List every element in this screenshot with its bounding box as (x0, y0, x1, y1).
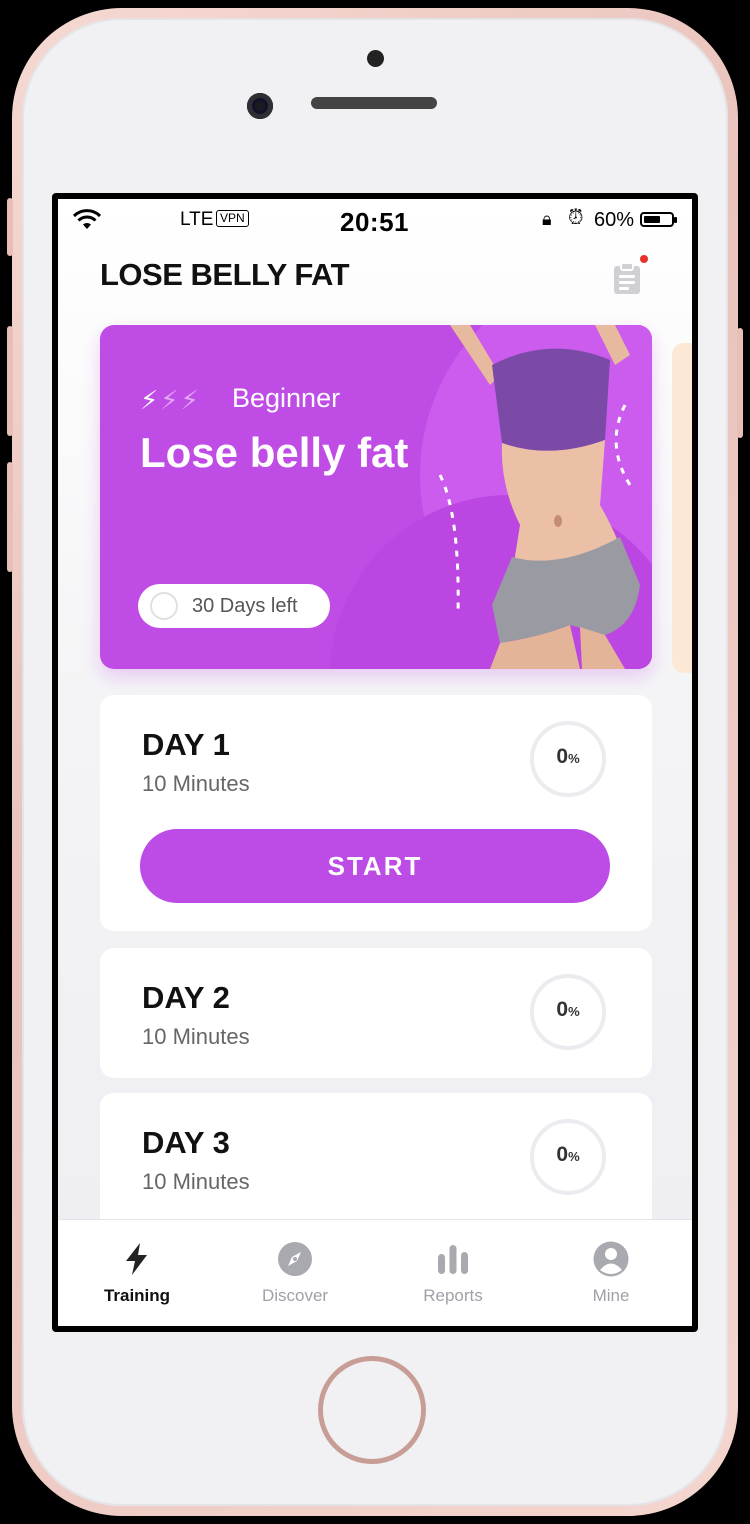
clock: 20:51 (340, 207, 409, 237)
battery-percent: 60% (594, 209, 635, 231)
level-bolt-icon: ⚡︎ (140, 385, 161, 415)
bolt-icon (126, 1243, 147, 1275)
days-left-badge: 30 Days left (138, 584, 330, 628)
progress-unit: % (568, 1149, 580, 1164)
compass-icon (278, 1242, 312, 1276)
level-bolt-icon: ⚡︎ (160, 385, 181, 415)
page-title: LOSE BELLY FAT (100, 257, 350, 292)
day-duration: 10 Minutes (142, 771, 250, 796)
progress-value: 0 (556, 745, 569, 768)
tab-label: Discover (261, 1286, 329, 1305)
earpiece-speaker (311, 97, 437, 109)
tab-discover[interactable]: Discover (216, 1220, 374, 1326)
level-bolt-icon: ⚡︎ (180, 385, 201, 415)
clipboard-icon[interactable] (612, 261, 642, 295)
day-duration: 10 Minutes (142, 1169, 250, 1194)
day-title: DAY 3 (142, 1125, 230, 1160)
tab-label: Reports (423, 1286, 483, 1305)
battery-level (644, 216, 660, 223)
day-card-1[interactable]: DAY 1 10 Minutes 0% START (100, 695, 652, 931)
wifi-icon (72, 209, 102, 229)
day-progress-ring: 0% (530, 1119, 606, 1195)
day-progress-ring: 0% (530, 974, 606, 1050)
alarm-icon: ⏰︎ (568, 207, 584, 229)
plan-title: Lose belly fat (140, 429, 409, 476)
start-button[interactable]: START (140, 829, 610, 903)
progress-unit: % (568, 751, 580, 766)
day-title: DAY 1 (142, 727, 230, 762)
day-title: DAY 2 (142, 980, 230, 1015)
level-label: Beginner (232, 383, 341, 413)
front-camera (247, 93, 273, 119)
bar-chart-icon (438, 1245, 468, 1274)
app-screen: LTE VPN 20:51 🔒︎ ⏰︎ 60% LOSE BELLY FAT ⚡… (58, 199, 692, 1326)
tab-label: Training (103, 1286, 171, 1305)
day-card-2[interactable]: DAY 2 10 Minutes 0% (100, 948, 652, 1078)
proximity-sensor (367, 50, 384, 67)
user-icon (593, 1241, 629, 1277)
next-plan-card-peek[interactable] (672, 343, 692, 673)
rotation-lock-icon: 🔒︎ (542, 209, 552, 229)
home-button[interactable] (318, 1356, 426, 1464)
mute-switch (7, 198, 13, 256)
screen: LTE VPN 20:51 🔒︎ ⏰︎ 60% LOSE BELLY FAT ⚡… (52, 193, 698, 1332)
tab-bar: Training Discover Reports Mine (58, 1219, 692, 1326)
volume-down-button (7, 462, 13, 572)
notification-dot (640, 255, 648, 263)
day-duration: 10 Minutes (142, 1024, 250, 1049)
carrier-label: LTE (180, 209, 214, 230)
progress-unit: % (568, 1004, 580, 1019)
progress-value: 0 (556, 1143, 569, 1166)
tab-training[interactable]: Training (58, 1220, 216, 1326)
fitness-model-image (438, 325, 640, 669)
plan-hero-card[interactable]: ⚡︎⚡︎⚡︎ Beginner Lose belly fat 30 Days l… (100, 325, 652, 669)
volume-up-button (7, 326, 13, 436)
vpn-badge: VPN (216, 210, 249, 227)
day-progress-ring: 0% (530, 721, 606, 797)
level-bolts: ⚡︎⚡︎⚡︎ (140, 385, 201, 416)
days-left-label: 30 Days left (192, 595, 298, 617)
tab-label: Mine (592, 1286, 630, 1305)
power-button (737, 328, 743, 438)
status-bar: LTE VPN 20:51 🔒︎ ⏰︎ 60% (58, 199, 692, 239)
days-progress-ring (150, 592, 178, 620)
progress-value: 0 (556, 998, 569, 1021)
tab-reports[interactable]: Reports (374, 1220, 532, 1326)
tab-mine[interactable]: Mine (532, 1220, 690, 1326)
battery-icon (640, 212, 677, 227)
